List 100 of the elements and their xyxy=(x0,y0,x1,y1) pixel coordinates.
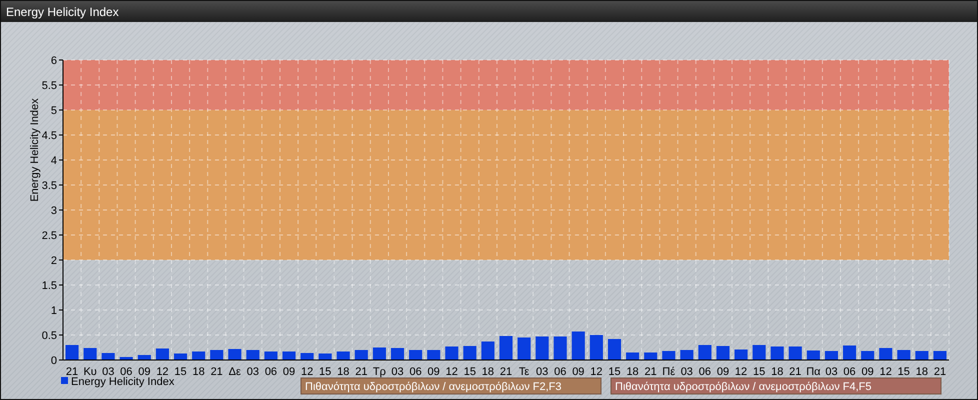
x-tick-label: Τε xyxy=(518,366,530,378)
bar xyxy=(698,345,712,360)
bar xyxy=(752,345,766,360)
risk-legend-box: Πιθανότητα υδροστρόβιλων / ανεμοστρόβιλων F2,F3 xyxy=(300,378,602,394)
bar xyxy=(300,353,314,360)
bar xyxy=(608,339,622,360)
y-tick-label: 0 xyxy=(50,355,57,367)
bar xyxy=(138,355,151,360)
x-tick-label: 03 xyxy=(825,366,838,378)
x-tick-label: 15 xyxy=(608,366,621,378)
x-tick-label: 15 xyxy=(898,366,910,378)
x-tick-label: Πα xyxy=(806,366,821,378)
bar xyxy=(499,336,513,360)
x-tick-label: 12 xyxy=(880,366,892,378)
x-tick-label: 21 xyxy=(789,366,802,378)
y-tick-label: 6 xyxy=(50,55,57,67)
x-tick-label: Κυ xyxy=(83,366,97,378)
x-tick-label: 18 xyxy=(192,366,205,378)
y-tick-label: 1 xyxy=(50,305,57,317)
x-tick-label: 06 xyxy=(554,366,566,378)
x-tick-label: 21 xyxy=(934,366,946,378)
bar xyxy=(915,351,928,360)
x-tick-label: 15 xyxy=(753,366,766,378)
bar xyxy=(102,353,115,360)
bar xyxy=(680,350,694,360)
bar xyxy=(734,350,748,360)
bar xyxy=(824,351,838,360)
x-tick-label: 21 xyxy=(644,366,657,378)
x-tick-label: 03 xyxy=(680,366,693,378)
bar xyxy=(66,345,79,360)
x-tick-label: 03 xyxy=(536,366,548,378)
y-axis-title: Energy Helicity Index xyxy=(29,98,41,202)
bar xyxy=(861,351,874,360)
bar xyxy=(390,348,404,360)
bar xyxy=(770,346,784,360)
risk-legend-box: Πιθανότητα υδροστρόβιλων / ανεμοστρόβιλων F4,F5 xyxy=(610,378,942,394)
x-tick-label: 03 xyxy=(102,366,114,378)
x-tick-label: 15 xyxy=(174,366,187,378)
x-tick-label: 12 xyxy=(734,366,748,378)
x-tick-label: 09 xyxy=(282,366,296,378)
x-tick-label: 18 xyxy=(337,366,350,378)
x-tick-label: 21 xyxy=(66,366,78,378)
window-title: Energy Helicity Index xyxy=(6,4,119,18)
x-tick-label: 12 xyxy=(590,366,603,378)
x-tick-label: 15 xyxy=(464,366,476,378)
bar xyxy=(84,348,97,360)
x-tick-label: 12 xyxy=(300,366,314,378)
x-tick-label: 21 xyxy=(355,366,368,378)
x-tick-label: 21 xyxy=(500,366,512,378)
y-tick-label: 2 xyxy=(50,255,57,267)
x-tick-label: 21 xyxy=(210,366,223,378)
x-tick-label: 09 xyxy=(862,366,874,378)
x-tick-label: 06 xyxy=(409,366,422,378)
x-tick-label: 09 xyxy=(138,366,150,378)
bar xyxy=(120,357,133,360)
legend-label: Energy Helicity Index xyxy=(71,376,174,388)
bar xyxy=(716,346,730,360)
x-tick-label: 09 xyxy=(716,366,730,378)
bar xyxy=(409,350,422,360)
y-tick-label: 0.5 xyxy=(42,330,57,342)
bar xyxy=(210,350,224,360)
x-tick-label: 03 xyxy=(246,366,259,378)
x-tick-label: 06 xyxy=(120,366,132,378)
x-tick-label: 18 xyxy=(916,366,928,378)
bar xyxy=(897,350,910,360)
x-tick-label: Δε xyxy=(228,366,241,378)
bar xyxy=(445,346,458,360)
x-tick-label: 09 xyxy=(572,366,584,378)
x-tick-label: Πέ xyxy=(662,366,676,378)
x-tick-label: 15 xyxy=(319,366,332,378)
bar xyxy=(590,335,603,360)
bar xyxy=(843,346,856,360)
x-tick-label: 12 xyxy=(446,366,458,378)
x-tick-label: 09 xyxy=(428,366,440,378)
y-tick-label: 4 xyxy=(50,155,57,167)
y-tick-label: 3 xyxy=(50,205,57,217)
bar xyxy=(354,350,368,360)
y-tick-label: 5.5 xyxy=(42,80,57,92)
y-tick-label: 5 xyxy=(50,105,57,117)
bar xyxy=(879,348,892,360)
x-tick-label: 12 xyxy=(156,366,169,378)
y-tick-label: 4.5 xyxy=(42,130,57,142)
bar xyxy=(536,336,549,360)
x-tick-label: 18 xyxy=(482,366,494,378)
x-tick-label: Τρ xyxy=(372,366,386,378)
bar xyxy=(246,350,260,360)
y-tick-label: 3.5 xyxy=(42,180,57,192)
bar xyxy=(228,349,242,360)
bar xyxy=(427,350,440,360)
x-tick-label: 06 xyxy=(698,366,712,378)
y-tick-label: 1.5 xyxy=(42,280,57,292)
x-tick-label: 06 xyxy=(264,366,278,378)
bar xyxy=(662,351,676,360)
x-tick-label: 18 xyxy=(626,366,639,378)
bar xyxy=(463,346,476,360)
y-tick-label: 2.5 xyxy=(42,230,57,242)
bar xyxy=(554,336,567,360)
x-tick-label: 18 xyxy=(771,366,784,378)
bar xyxy=(933,351,946,360)
x-tick-label: 06 xyxy=(843,366,856,378)
